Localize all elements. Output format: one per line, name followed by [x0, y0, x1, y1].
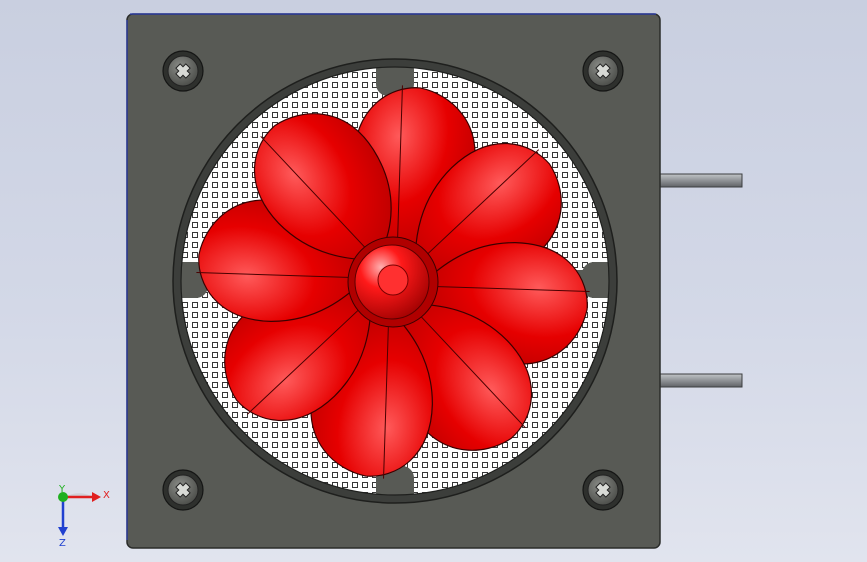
y-axis-label: Y [58, 484, 66, 495]
screw-top-right-icon[interactable] [582, 50, 624, 92]
shaft-top [658, 173, 743, 188]
screw-bottom-left-icon[interactable] [162, 469, 204, 511]
fan-hub[interactable] [347, 236, 439, 328]
graphics-viewport[interactable]: X Y Z [0, 0, 867, 562]
screw-bottom-right-icon[interactable] [582, 469, 624, 511]
shaft-bottom [658, 373, 743, 388]
z-axis-label: Z [59, 538, 66, 549]
x-axis-label: X [103, 490, 110, 501]
fan-model[interactable]: X Y Z [0, 0, 867, 562]
screw-top-left-icon[interactable] [162, 50, 204, 92]
coordinate-triad: X Y Z [58, 484, 110, 549]
